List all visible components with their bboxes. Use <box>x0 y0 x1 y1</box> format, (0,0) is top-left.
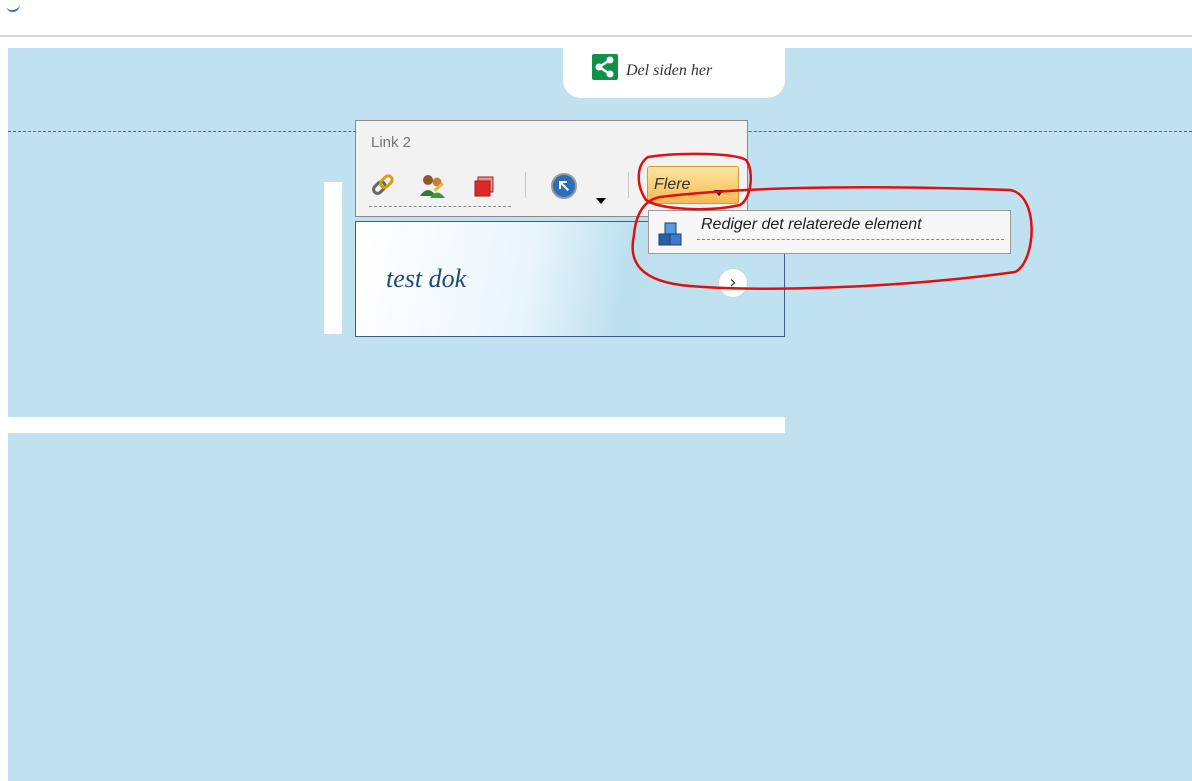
link-icon[interactable] <box>369 172 397 200</box>
edit-related-item[interactable]: Rediger det relaterede element <box>701 216 922 234</box>
toolbar-separator <box>525 172 526 198</box>
card-title[interactable]: test dok <box>386 264 466 294</box>
toolbar-separator <box>628 172 629 198</box>
blue-arrow-circle-icon[interactable] <box>550 172 578 200</box>
horizontal-white-bar <box>8 417 785 433</box>
top-bar <box>0 0 1192 37</box>
vertical-white-bar <box>324 182 342 334</box>
chevron-right-icon[interactable]: › <box>718 268 748 298</box>
blue-blocks-icon[interactable] <box>656 220 684 248</box>
toolbar-title: Link 2 <box>371 134 412 151</box>
toolbar-group-underline <box>369 206 511 207</box>
more-caret-icon[interactable] <box>714 190 724 196</box>
menu-item-underline <box>697 239 1004 240</box>
red-cube-icon[interactable] <box>470 172 498 200</box>
share-icon[interactable] <box>592 54 618 80</box>
dropdown-caret-icon[interactable] <box>596 198 606 204</box>
share-label[interactable]: Del siden her <box>626 62 712 80</box>
users-icon[interactable] <box>418 172 446 200</box>
more-button-label[interactable]: Flere <box>654 176 690 194</box>
